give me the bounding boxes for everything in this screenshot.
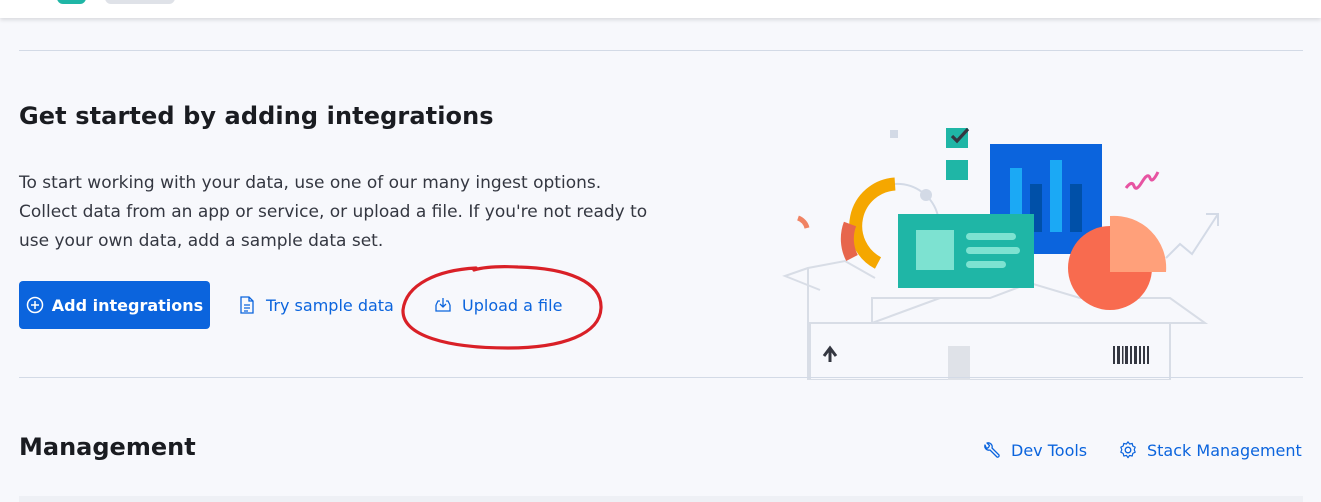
header-breadcrumb-shape[interactable]	[105, 0, 175, 4]
section-divider-top	[19, 50, 1303, 51]
document-icon	[237, 295, 257, 315]
plus-circle-icon	[26, 296, 44, 314]
upload-file-label: Upload a file	[462, 295, 563, 315]
upload-file-link[interactable]: Upload a file	[433, 294, 562, 316]
try-sample-data-label: Try sample data	[266, 295, 394, 315]
add-integrations-label: Add integrations	[51, 295, 204, 315]
top-header-bar	[0, 0, 1321, 18]
dev-tools-label: Dev Tools	[1011, 440, 1088, 460]
dev-tools-link[interactable]: Dev Tools	[982, 440, 1087, 460]
wrench-icon	[982, 440, 1002, 460]
integrations-title: Get started by adding integrations	[19, 102, 494, 130]
header-logo-shape[interactable]	[57, 0, 86, 4]
section-divider-bottom	[19, 377, 1303, 378]
next-panel-edge	[19, 496, 1303, 502]
stack-management-label: Stack Management	[1147, 440, 1302, 460]
stack-management-link[interactable]: Stack Management	[1118, 440, 1302, 460]
download-tray-icon	[433, 295, 453, 315]
gear-icon	[1118, 440, 1138, 460]
add-integrations-button[interactable]: Add integrations	[19, 281, 210, 329]
management-title: Management	[19, 433, 196, 461]
integrations-illustration	[782, 127, 1219, 380]
integrations-description: To start working with your data, use one…	[19, 173, 648, 251]
try-sample-data-link[interactable]: Try sample data	[237, 294, 394, 316]
